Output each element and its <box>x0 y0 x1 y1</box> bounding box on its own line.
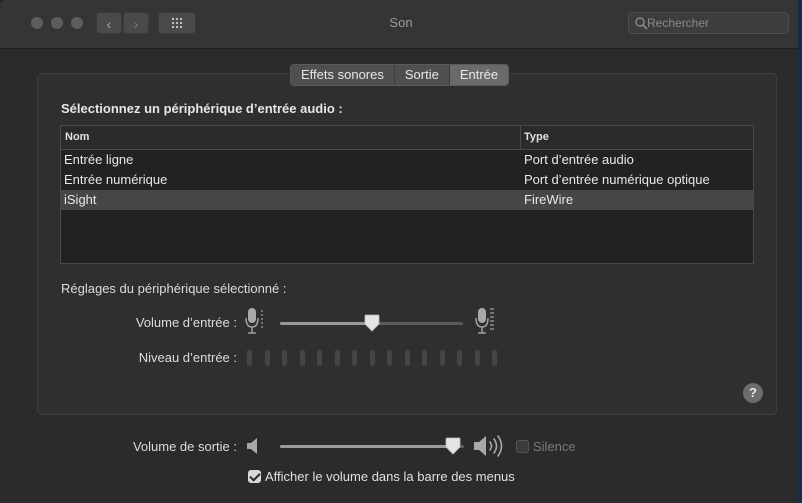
device-type: Port d’entrée audio <box>524 152 634 167</box>
microphone-high-icon <box>475 308 494 334</box>
input-volume-label: Volume d’entrée : <box>135 315 237 330</box>
input-level-segment <box>247 350 252 366</box>
input-level-label: Niveau d’entrée : <box>138 350 237 365</box>
output-volume-label: Volume de sortie : <box>132 439 237 454</box>
tab-sound-effects[interactable]: Effets sonores <box>291 65 395 85</box>
input-level-segment <box>282 350 287 366</box>
device-name: Entrée ligne <box>64 152 134 167</box>
input-level-segment <box>405 350 410 366</box>
microphone-low-icon <box>245 308 263 334</box>
desktop-background <box>798 0 802 503</box>
mute-label: Silence <box>533 439 576 454</box>
input-device-table[interactable]: Nom Type Entrée ligne Port d’entrée audi… <box>60 125 754 264</box>
input-level-segment <box>317 350 322 366</box>
input-level-segment <box>457 350 462 366</box>
input-level-meter <box>247 350 497 366</box>
input-level-segment <box>335 350 340 366</box>
input-volume-slider-thumb[interactable] <box>364 314 380 332</box>
input-level-segment <box>422 350 427 366</box>
device-type: Port d’entrée numérique optique <box>524 172 710 187</box>
output-volume-slider-thumb[interactable] <box>445 437 461 455</box>
sound-preferences-window: ‹ › Son Effets sonores Sortie Entrée Sél… <box>0 0 802 503</box>
search-input[interactable] <box>647 15 783 31</box>
input-level-segment <box>352 350 357 366</box>
device-type: FireWire <box>524 192 574 207</box>
input-device-section-title: Sélectionnez un périphérique d’entrée au… <box>61 101 343 116</box>
mute-checkbox[interactable] <box>516 440 529 453</box>
input-level-segment <box>387 350 392 366</box>
help-button[interactable]: ? <box>743 383 763 403</box>
input-level-segment <box>300 350 305 366</box>
speaker-high-icon <box>474 435 503 457</box>
title-bar: ‹ › Son <box>0 0 802 49</box>
table-row[interactable]: Entrée numérique Port d’entrée numérique… <box>61 170 753 190</box>
show-volume-in-menubar-label: Afficher le volume dans la barre des men… <box>265 469 515 484</box>
table-row-selected[interactable]: iSight FireWire <box>61 190 753 210</box>
search-icon <box>635 17 648 30</box>
column-separator[interactable] <box>520 126 521 149</box>
device-name: iSight <box>64 192 97 207</box>
search-field[interactable] <box>628 12 789 34</box>
tab-output[interactable]: Sortie <box>394 65 450 85</box>
column-header-name[interactable]: Nom <box>65 131 89 143</box>
input-volume-fill <box>280 322 372 325</box>
device-settings-title: Réglages du périphérique sélectionné : <box>61 281 287 296</box>
table-row[interactable]: Entrée ligne Port d’entrée audio <box>61 150 753 170</box>
output-volume-fill <box>280 445 453 448</box>
column-header-type[interactable]: Type <box>524 131 549 143</box>
input-level-segment <box>370 350 375 366</box>
table-header: Nom Type <box>61 126 753 150</box>
show-volume-in-menubar-checkbox[interactable] <box>248 470 261 483</box>
input-level-segment <box>265 350 270 366</box>
tab-input[interactable]: Entrée <box>449 65 509 85</box>
speaker-low-icon <box>247 438 257 454</box>
input-level-segment <box>492 350 497 366</box>
tab-bar: Effets sonores Sortie Entrée <box>290 64 510 86</box>
device-name: Entrée numérique <box>64 172 168 187</box>
input-level-segment <box>440 350 445 366</box>
input-level-segment <box>475 350 480 366</box>
